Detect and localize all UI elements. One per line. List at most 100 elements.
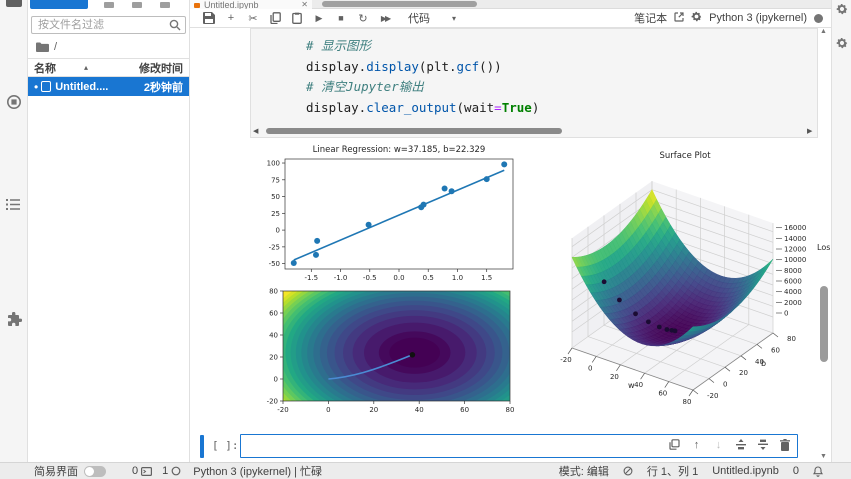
scrollbar-thumb[interactable] bbox=[266, 128, 562, 134]
kernel-busy-indicator bbox=[814, 14, 823, 23]
kernels-count[interactable]: 1 bbox=[162, 465, 168, 477]
cell-input-editor[interactable]: ↑ ↓ bbox=[240, 434, 798, 458]
svg-text:-20: -20 bbox=[560, 356, 571, 364]
scroll-down-icon[interactable]: ▼ bbox=[820, 453, 827, 460]
svg-text:20: 20 bbox=[739, 369, 748, 377]
notebook-tab[interactable]: Untitled.ipynb ✕ bbox=[190, 0, 312, 9]
svg-text:Linear Regression: w=37.185, b: Linear Regression: w=37.185, b=22.329 bbox=[313, 145, 486, 155]
upload-icon[interactable] bbox=[132, 2, 142, 8]
insert-cell-below-icon[interactable] bbox=[756, 438, 769, 451]
svg-text:10000: 10000 bbox=[784, 256, 806, 264]
code-cell[interactable]: # 显示图形display.display(plt.gcf())# 清空Jupy… bbox=[250, 28, 818, 138]
file-browser-toolbar bbox=[28, 0, 189, 10]
status-bar: 简易界面 0 1 Python 3 (ipykernel) | 忙碌 模式: 编… bbox=[0, 462, 851, 479]
notebook-vertical-scrollbar[interactable]: ▲ ▼ bbox=[818, 28, 830, 460]
debugger-gear-icon[interactable] bbox=[836, 36, 848, 54]
svg-text:0: 0 bbox=[723, 381, 727, 389]
running-kernels-icon[interactable] bbox=[5, 93, 22, 110]
notebook-panel: Untitled.ipynb ✕ + ✂ ▶ ■ ↻ bbox=[190, 0, 831, 462]
column-modified-label[interactable]: 修改时间 bbox=[139, 60, 183, 76]
delete-cell-icon[interactable] bbox=[778, 438, 791, 451]
file-name: Untitled.... bbox=[55, 81, 108, 93]
refresh-icon[interactable] bbox=[160, 2, 170, 8]
linear-regression-figure: -1.5-1.0-0.50.00.51.01.5-50-250255075100… bbox=[255, 142, 520, 285]
svg-text:0.5: 0.5 bbox=[423, 274, 434, 282]
cut-cells-button[interactable]: ✂ bbox=[242, 10, 264, 26]
svg-text:80: 80 bbox=[683, 398, 692, 406]
folder-icon[interactable] bbox=[6, 0, 22, 7]
svg-text:8000: 8000 bbox=[784, 267, 802, 275]
cell-prompt: [ ]: bbox=[212, 439, 239, 452]
add-cell-button[interactable]: + bbox=[220, 10, 242, 26]
property-inspector-gear-icon[interactable] bbox=[836, 2, 848, 20]
cell-type-dropdown[interactable]: 代码 ▾ bbox=[408, 10, 456, 26]
svg-text:80: 80 bbox=[269, 288, 278, 296]
cursor-position[interactable]: 行 1、列 1 bbox=[647, 463, 698, 479]
toolbar-right-group: 笔记本 Python 3 (ipykernel) bbox=[634, 10, 823, 26]
svg-text:-1.5: -1.5 bbox=[304, 274, 318, 282]
column-name-label[interactable]: 名称 bbox=[34, 60, 56, 76]
svg-text:1.5: 1.5 bbox=[481, 274, 492, 282]
copy-cells-button[interactable] bbox=[264, 10, 286, 26]
editor-mode[interactable]: 模式: 编辑 bbox=[559, 463, 609, 479]
chevron-down-icon: ▾ bbox=[452, 14, 456, 23]
notebook-content: # 显示图形display.display(plt.gcf())# 清空Jupy… bbox=[190, 28, 831, 462]
kernel-name[interactable]: Python 3 (ipykernel) bbox=[709, 12, 807, 24]
file-browser-panel: / 名称 ▴ 修改时间 • Untitled.... 2秒钟前 bbox=[28, 0, 190, 462]
sort-caret-icon: ▴ bbox=[84, 63, 88, 72]
scroll-up-icon[interactable]: ▲ bbox=[820, 28, 827, 35]
notebook-tab-icon bbox=[194, 3, 200, 8]
main-area: / 名称 ▴ 修改时间 • Untitled.... 2秒钟前 Untitled… bbox=[0, 0, 851, 462]
kernel-status[interactable]: Python 3 (ipykernel) | 忙碌 bbox=[193, 463, 322, 479]
paste-cells-button[interactable] bbox=[286, 10, 308, 26]
insert-cell-above-icon[interactable] bbox=[734, 438, 747, 451]
svg-text:b: b bbox=[761, 359, 766, 368]
run-cell-button[interactable]: ▶ bbox=[308, 10, 330, 26]
svg-text:16000: 16000 bbox=[784, 224, 806, 232]
external-link-icon[interactable] bbox=[674, 12, 684, 25]
restart-kernel-button[interactable]: ↻ bbox=[352, 10, 374, 26]
svg-text:60: 60 bbox=[771, 346, 780, 354]
svg-text:80: 80 bbox=[787, 335, 796, 343]
simple-mode-toggle[interactable] bbox=[84, 466, 106, 477]
file-row-selected[interactable]: • Untitled.... 2秒钟前 bbox=[28, 77, 189, 96]
cell-collapser[interactable] bbox=[200, 435, 204, 458]
move-cell-up-icon[interactable]: ↑ bbox=[690, 438, 703, 451]
unsaved-dot-icon: • bbox=[34, 80, 38, 94]
empty-code-cell: [ ]: ↑ ↓ bbox=[198, 434, 811, 460]
scroll-left-icon[interactable]: ◀ bbox=[253, 127, 261, 135]
new-folder-icon[interactable] bbox=[104, 2, 114, 8]
code-editor[interactable]: # 显示图形display.display(plt.gcf())# 清空Jupy… bbox=[251, 29, 817, 118]
extension-manager-icon[interactable] bbox=[5, 311, 22, 328]
kernel-circle-icon bbox=[171, 466, 181, 476]
svg-text:0: 0 bbox=[326, 406, 330, 414]
notifications-count[interactable]: 0 bbox=[793, 465, 799, 477]
svg-text:40: 40 bbox=[415, 406, 424, 414]
move-cell-down-icon[interactable]: ↓ bbox=[712, 438, 725, 451]
kernel-settings-gear-icon[interactable] bbox=[691, 11, 702, 25]
tab-close-icon[interactable]: ✕ bbox=[301, 1, 308, 9]
scrollbar-thumb[interactable] bbox=[820, 286, 828, 362]
svg-text:-20: -20 bbox=[267, 398, 278, 406]
svg-text:80: 80 bbox=[506, 406, 515, 414]
cell-horizontal-scrollbar[interactable]: ◀ ▶ bbox=[253, 126, 815, 135]
breadcrumb[interactable]: / bbox=[28, 34, 189, 58]
svg-text:6000: 6000 bbox=[784, 278, 802, 286]
bell-icon[interactable] bbox=[813, 466, 823, 477]
notebook-view-label: 笔记本 bbox=[634, 10, 667, 26]
new-launcher-button[interactable] bbox=[30, 0, 88, 9]
terminals-count[interactable]: 0 bbox=[132, 465, 138, 477]
restart-run-all-button[interactable]: ▶▶ bbox=[374, 10, 396, 26]
scroll-right-icon[interactable]: ▶ bbox=[807, 127, 815, 135]
file-list-header[interactable]: 名称 ▴ 修改时间 bbox=[28, 58, 189, 77]
svg-text:0: 0 bbox=[274, 376, 278, 384]
svg-text:-20: -20 bbox=[277, 406, 288, 414]
interrupt-kernel-button[interactable]: ■ bbox=[330, 10, 352, 26]
svg-text:2000: 2000 bbox=[784, 299, 802, 307]
save-button[interactable] bbox=[198, 10, 220, 26]
duplicate-cell-icon[interactable] bbox=[668, 438, 681, 451]
tab-bar-strip bbox=[322, 1, 477, 7]
surface-plot-figure: -20020406080-200204060800200040006000800… bbox=[540, 142, 830, 427]
file-search-input[interactable] bbox=[31, 16, 186, 34]
table-of-contents-icon[interactable] bbox=[5, 196, 22, 213]
